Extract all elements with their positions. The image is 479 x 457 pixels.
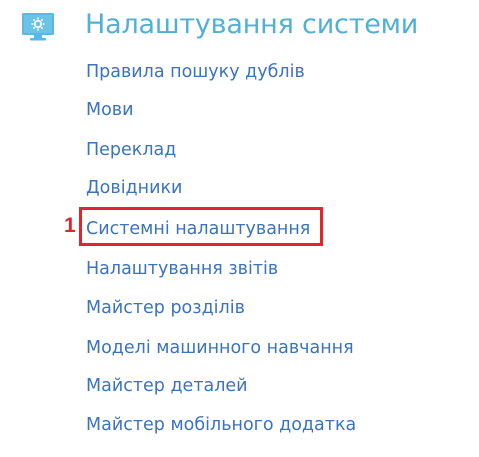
menu-item-ml-models[interactable]: Моделі машинного навчання xyxy=(86,335,354,361)
menu-item-translation[interactable]: Переклад xyxy=(86,137,176,163)
step-number-label: 1 xyxy=(64,214,76,237)
menu-item-report-settings[interactable]: Налаштування звітів xyxy=(86,256,278,282)
menu-item-mobile-app-wizard[interactable]: Майстер мобільного додатка xyxy=(86,412,356,438)
highlight-box xyxy=(79,207,323,246)
settings-monitor-icon xyxy=(21,12,55,42)
menu-item-languages[interactable]: Мови xyxy=(86,97,134,123)
menu-item-lookups[interactable]: Довідники xyxy=(86,175,182,201)
section-title: Налаштування системи xyxy=(85,9,419,40)
menu-item-detail-wizard[interactable]: Майстер деталей xyxy=(86,373,248,399)
menu-item-section-wizard[interactable]: Майстер розділів xyxy=(86,295,245,321)
menu-item-duplicate-search-rules[interactable]: Правила пошуку дублів xyxy=(86,59,305,85)
